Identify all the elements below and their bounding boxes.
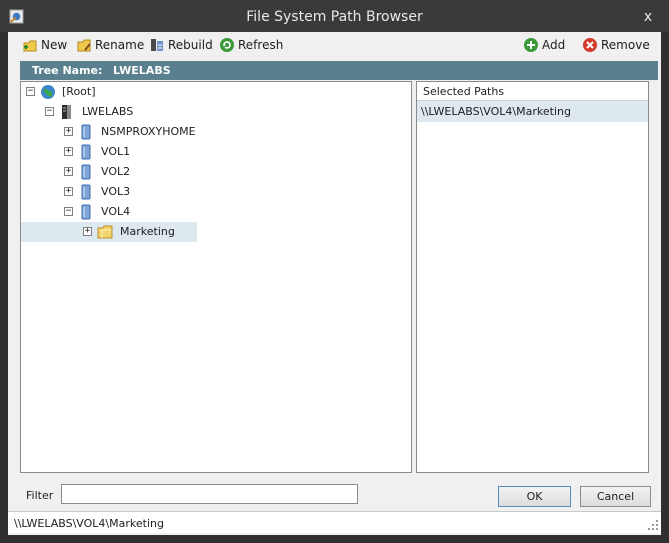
- rename-button[interactable]: Rename: [76, 36, 144, 54]
- toolbar: New Rename Rebuild Refresh Add Remove: [8, 32, 661, 58]
- remove-button[interactable]: Remove: [582, 36, 650, 54]
- volume-icon: [81, 164, 91, 180]
- tree-node-label: Marketing: [120, 225, 175, 238]
- tree-node-vol4[interactable]: − VOL4: [21, 202, 221, 222]
- tree-node-nsmproxyhome[interactable]: + NSMPROXYHOME: [21, 122, 221, 142]
- remove-icon: [583, 38, 597, 52]
- expand-icon[interactable]: +: [64, 187, 73, 196]
- filter-input[interactable]: [61, 484, 358, 504]
- tree-node-label: NSMPROXYHOME: [101, 125, 196, 138]
- plus-icon: [524, 38, 538, 52]
- selected-paths-header: Selected Paths: [417, 82, 648, 101]
- expand-icon[interactable]: +: [64, 167, 73, 176]
- selected-paths-header-label: Selected Paths: [423, 85, 505, 98]
- tree-node-label: VOL3: [101, 185, 131, 198]
- dialog-body: New Rename Rebuild Refresh Add Remove Tr…: [8, 32, 661, 535]
- globe-icon: [41, 85, 55, 99]
- collapse-icon[interactable]: −: [64, 207, 73, 216]
- tree-node-marketing[interactable]: + Marketing: [21, 222, 197, 242]
- new-icon: [23, 40, 37, 52]
- server-icon: [62, 105, 71, 119]
- folder-icon: [97, 225, 113, 239]
- expand-icon[interactable]: +: [64, 147, 73, 156]
- dialog-window: File System Path Browser x New Rename Re…: [0, 0, 669, 543]
- expand-icon[interactable]: +: [64, 127, 73, 136]
- ok-button[interactable]: OK: [498, 486, 571, 507]
- close-button[interactable]: x: [641, 10, 655, 24]
- tree-node-lwelabs[interactable]: − LWELABS: [21, 102, 221, 122]
- add-button[interactable]: Add: [523, 36, 565, 54]
- tree-node-vol1[interactable]: + VOL1: [21, 142, 221, 162]
- refresh-button[interactable]: Refresh: [219, 36, 283, 54]
- tree-name-label: Tree Name:: [32, 64, 103, 77]
- status-path: \\LWELABS\VOL4\Marketing: [14, 517, 164, 530]
- selected-path-text: \\LWELABS\VOL4\Marketing: [421, 105, 571, 118]
- remove-label: Remove: [601, 38, 650, 52]
- volume-icon: [81, 204, 91, 220]
- selected-path-row[interactable]: \\LWELABS\VOL4\Marketing: [417, 101, 648, 122]
- tree-node-label: VOL1: [101, 145, 131, 158]
- tree-node-label: VOL4: [101, 205, 131, 218]
- refresh-label: Refresh: [238, 38, 284, 52]
- tree-view[interactable]: − [Root] − LWELABS + NSMPROXYHOME + VOL1…: [20, 81, 412, 473]
- collapse-icon[interactable]: −: [26, 87, 35, 96]
- tree-node-vol2[interactable]: + VOL2: [21, 162, 221, 182]
- tree-name-value: LWELABS: [113, 64, 171, 77]
- rename-label: Rename: [95, 38, 145, 52]
- rename-icon: [77, 39, 91, 52]
- expand-icon[interactable]: +: [83, 227, 92, 236]
- selected-paths-list[interactable]: Selected Paths \\LWELABS\VOL4\Marketing: [416, 81, 649, 473]
- rebuild-button[interactable]: Rebuild: [149, 36, 213, 54]
- title-bar[interactable]: File System Path Browser x: [0, 0, 669, 32]
- refresh-icon: [220, 38, 234, 52]
- add-label: Add: [542, 38, 566, 52]
- rebuild-icon: [151, 39, 163, 51]
- tree-node-label: [Root]: [62, 85, 96, 98]
- new-button[interactable]: New: [22, 36, 67, 54]
- tree-node-root[interactable]: − [Root]: [21, 82, 221, 102]
- tree-name-bar: Tree Name: LWELABS: [20, 61, 658, 80]
- collapse-icon[interactable]: −: [45, 107, 54, 116]
- tree-node-label: LWELABS: [82, 105, 134, 118]
- filter-label: Filter: [26, 489, 54, 502]
- tree-node-vol3[interactable]: + VOL3: [21, 182, 221, 202]
- rebuild-label: Rebuild: [168, 38, 213, 52]
- cancel-button[interactable]: Cancel: [580, 486, 651, 507]
- window-title: File System Path Browser: [246, 9, 423, 25]
- volume-icon: [81, 184, 91, 200]
- resize-grip-icon[interactable]: [648, 520, 658, 530]
- new-label: New: [41, 38, 68, 52]
- volume-icon: [81, 124, 91, 140]
- status-bar: \\LWELABS\VOL4\Marketing: [8, 511, 661, 533]
- tree-node-label: VOL2: [101, 165, 131, 178]
- volume-icon: [81, 144, 91, 160]
